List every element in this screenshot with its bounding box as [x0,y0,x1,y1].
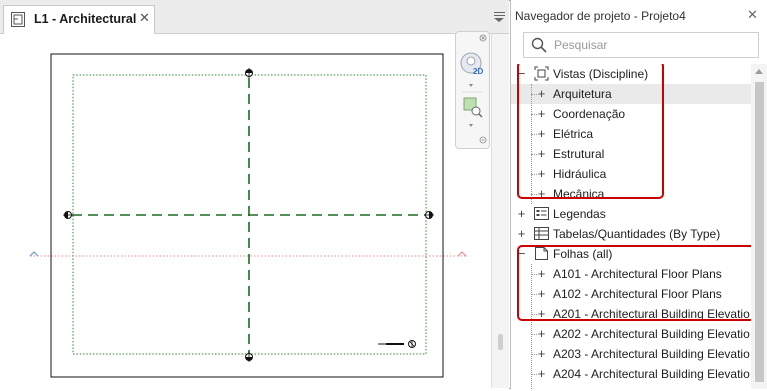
view-pane: L1 - Architectural ✕ 2D [0,0,509,389]
project-tree: + A204 - Architectural Building Elevatio +… [511,64,751,389]
elevation-marker-left [63,211,73,219]
tree-item-label: A202 - Architectural Building Elevatio [553,327,750,341]
drawing-canvas[interactable] [0,34,490,388]
pane-menu-icon[interactable] [494,12,505,22]
search-icon [531,37,547,53]
floor-plan-drawing [29,53,468,378]
expand-icon[interactable]: + [516,227,527,240]
expand-icon[interactable]: + [536,347,547,360]
tree-item[interactable]: + A202 - Architectural Building Elevatio [511,324,751,344]
schedule-icon [534,226,549,241]
close-icon[interactable]: ✕ [139,10,150,26]
tree-item-label: Legendas [553,207,606,221]
view-vertical-scrollbar[interactable] [491,34,509,388]
level-marker-right [457,251,467,257]
floor-plan-icon [11,12,25,27]
chevron-down-icon [469,124,473,127]
zoom-region-icon [463,97,483,118]
project-browser-title: Navegador de projeto - Projeto4 [515,9,686,23]
level-marker-left [29,251,39,257]
chevron-down-icon [469,84,473,87]
navigation-bar: 2D [455,31,490,149]
highlight-box-sheets [517,245,751,321]
tree-item-label: A204 - Architectural Building Elevatio [553,367,750,381]
tree-item[interactable]: + A204 - Architectural Building Elevatio [511,364,751,384]
tree-item-label: A203 - Architectural Building Elevatio [553,347,750,361]
scroll-up-arrow[interactable] [755,69,763,74]
search-box[interactable] [523,32,759,58]
browser-vertical-scrollbar[interactable] [751,64,767,389]
search-input[interactable] [554,36,744,53]
nav-bar-close-icon [479,34,487,42]
tree-item-label: Tabelas/Quantidades (By Type) [553,227,721,241]
tree-node[interactable]: + Legendas [511,204,751,224]
tab-label: L1 - Architectural [34,12,137,26]
nav-wheel-label: 2D [473,67,483,76]
scroll-thumb[interactable] [755,82,764,382]
legend-icon [534,206,549,221]
tab-l1-architectural[interactable]: L1 - Architectural ✕ [3,5,155,34]
tree-item[interactable]: + A203 - Architectural Building Elevatio [511,344,751,364]
nav-bar-options-icon [479,136,487,144]
elevation-marker-top [245,68,253,78]
expand-icon[interactable]: + [536,367,547,380]
highlight-box-views [517,64,664,199]
project-browser-panel: Navegador de projeto - Projeto4 ✕ + A204 … [510,0,767,389]
scale-bar-symbol [378,340,416,348]
view-tab-bar: L1 - Architectural ✕ [0,0,509,34]
tree-node[interactable]: + Tabelas/Quantidades (By Type) [511,224,751,244]
expand-icon[interactable]: + [516,207,527,220]
scroll-thumb[interactable] [498,334,503,350]
close-icon[interactable]: ✕ [747,7,758,23]
expand-icon[interactable]: + [536,327,547,340]
